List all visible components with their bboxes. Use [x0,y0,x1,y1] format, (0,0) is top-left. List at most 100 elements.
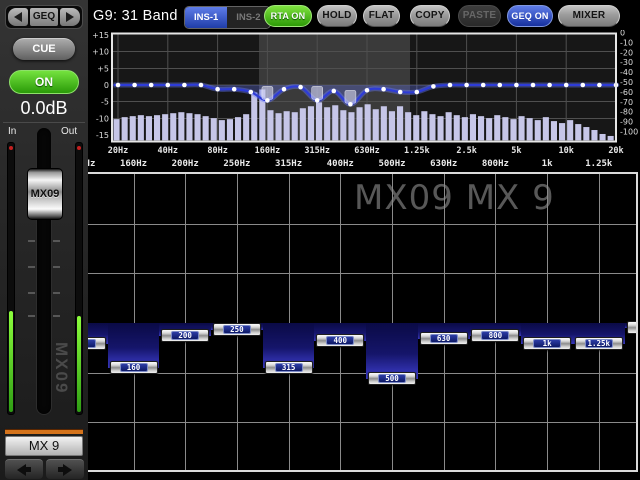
rta-bar [114,119,120,140]
right-arrow-icon [66,12,74,22]
eq-curve-graph: +15+10+50-5-10-150-10-20-30-40-50-60-70-… [85,30,640,160]
geq-band-fader-160[interactable]: 160 [110,361,158,374]
next-geq-button[interactable] [60,8,80,26]
geq-band-fader-200[interactable]: 200 [161,329,209,342]
rta-bar [389,111,395,140]
fader-tick [28,240,35,242]
tab-ins-1[interactable]: INS-1 [185,7,227,28]
geq-band-fader-400[interactable]: 400 [316,334,364,347]
band-dot [282,87,287,92]
flat-button[interactable]: FLAT [363,5,400,27]
band-header-label: 315Hz [275,159,302,169]
copy-button[interactable]: COPY [410,5,450,27]
band-dot [581,83,586,88]
band-header-label: 1.25k [585,159,612,169]
freq-axis-label: 20k [608,146,623,156]
prev-geq-button[interactable] [8,8,28,26]
geq-band-fader-1.25k[interactable]: 1.25k [575,337,623,350]
rta-axis-tick: -100 [620,128,638,137]
band-frequency-label: 160 [120,363,148,372]
rta-bar [235,117,241,140]
rta-bar [348,112,354,140]
output-meter-level [77,316,81,412]
band-dot [531,83,536,88]
geq-nav-label[interactable]: GEQ [30,8,58,26]
geq-band-fader-125[interactable]: 125 [88,337,106,350]
gain-axis-tick: +10 [92,48,109,57]
rta-axis-tick: -80 [620,108,633,117]
fader-tick [53,266,60,268]
band-frequency-label: 125 [88,339,96,348]
freq-axis-label: 10k [559,146,574,156]
rta-bar [154,115,160,140]
geq-band-fader-1k[interactable]: 1k [523,337,571,350]
rta-axis-tick: -40 [620,68,633,77]
channel-fader-knob[interactable]: MX09 [27,168,63,220]
band-dot [564,83,569,88]
geq-band-fader-315[interactable]: 315 [265,361,313,374]
channel-on-button[interactable]: ON [9,70,79,94]
rta-axis-tick: -20 [620,48,633,57]
grid-v-line [392,174,393,470]
rta-axis-tick: -30 [620,58,633,67]
cue-button[interactable]: CUE [13,38,75,60]
rta-bar [462,117,468,140]
rta-bar [543,117,549,140]
band-dot [265,98,270,103]
band-header-label: 1k [542,159,553,169]
band-dot [215,87,220,92]
rta-bar [186,113,192,140]
rta-bar [551,121,557,140]
band-header-label: 800Hz [482,159,509,169]
next-channel-button[interactable] [46,459,84,479]
band-frequency-label: 1.6k [637,323,639,332]
band-dot [464,83,469,88]
band-dot [182,83,187,88]
rta-bar [146,116,152,140]
geq-on-button[interactable]: GEQ ON [507,5,553,27]
geq-band-fader-250[interactable]: 250 [213,323,261,336]
grid-v-line [134,174,135,470]
paste-button[interactable]: PASTE [458,5,501,27]
freq-axis-label: 2.5k [456,146,476,156]
band-header-label: 125Hz [88,159,95,169]
fader-tick [53,315,60,317]
rta-bar [340,110,346,140]
hold-button[interactable]: HOLD [317,5,357,27]
rta-bar [178,112,184,140]
rta-bar [138,115,144,140]
band-dot [547,83,552,88]
freq-axis-label: 160Hz [255,146,281,156]
freq-axis-label: 80Hz [207,146,227,156]
curve-band-handle [312,86,323,99]
freq-axis-label: 40Hz [158,146,178,156]
geq-editor-window: GEQ CUE ON 0.0dB In Out MX09 MX09 MX 9 [0,0,640,480]
band-dot [398,90,403,95]
rta-bar [227,119,233,140]
geq-band-fader-1.6k[interactable]: 1.6k [627,321,639,334]
geq-band-fader-500[interactable]: 500 [368,372,416,385]
gain-axis-tick: -15 [96,131,109,140]
band-frequency-label: 800 [481,331,509,340]
band-dot [365,88,370,93]
rta-bar [203,116,209,140]
band-header-label: 160Hz [120,159,147,169]
eq-rta-plot: +15+10+50-5-10-150-10-20-30-40-50-60-70-… [85,30,640,160]
gain-axis-tick: -10 [96,115,109,124]
grid-v-line [495,174,496,470]
geq-band-fader-630[interactable]: 630 [420,332,468,345]
mixer-button[interactable]: MIXER [558,5,620,27]
geq-band-fader-800[interactable]: 800 [471,329,519,342]
prev-channel-button[interactable] [5,459,43,479]
rta-bar [494,115,500,140]
gain-axis-tick: +5 [97,65,109,74]
rta-bar [276,113,282,140]
band-frequency-label: 400 [326,336,354,345]
rta-bar [130,116,136,140]
left-arrow-icon [17,464,26,476]
geq-title: G9: 31 Band [93,8,178,24]
rta-on-button[interactable]: RTA ON [264,5,312,27]
rta-bar [421,111,427,140]
grid-v-line [289,174,290,470]
band-header-label: 200Hz [172,159,199,169]
